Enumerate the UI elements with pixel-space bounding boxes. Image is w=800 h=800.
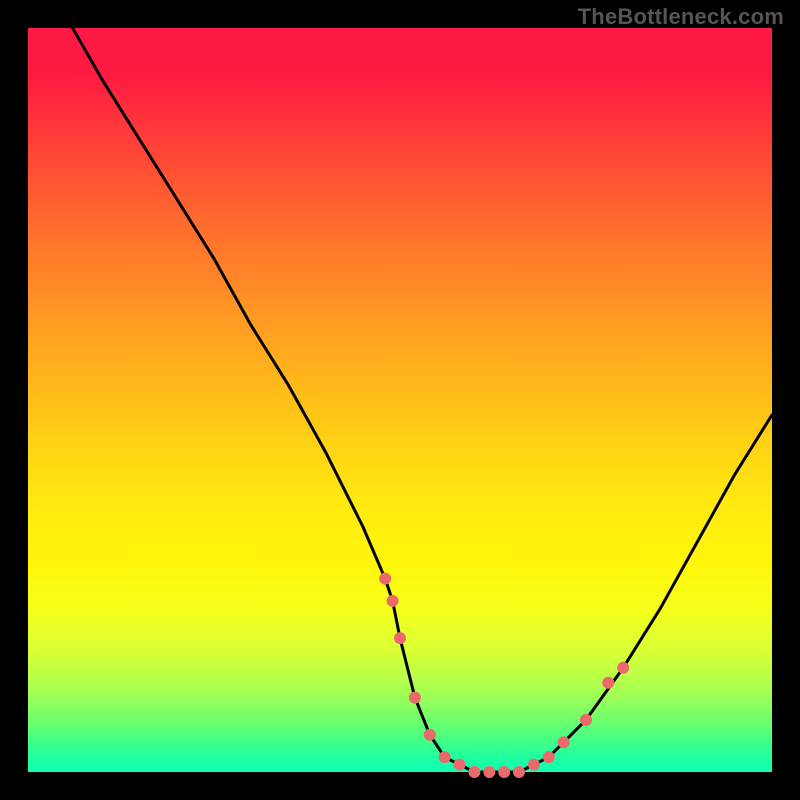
chart-markers [379, 573, 629, 778]
chart-marker [498, 766, 510, 778]
chart-marker [543, 751, 555, 763]
chart-marker [513, 766, 525, 778]
chart-marker [379, 573, 391, 585]
chart-marker [580, 714, 592, 726]
chart-marker [409, 692, 421, 704]
chart-plot-area [28, 28, 772, 772]
chart-marker [602, 677, 614, 689]
chart-stage: TheBottleneck.com [0, 0, 800, 800]
chart-marker [439, 751, 451, 763]
chart-marker [424, 729, 436, 741]
watermark-text: TheBottleneck.com [578, 4, 784, 30]
chart-marker [394, 632, 406, 644]
chart-marker [483, 766, 495, 778]
chart-marker [387, 595, 399, 607]
chart-marker [528, 759, 540, 771]
chart-marker [617, 662, 629, 674]
chart-line [73, 28, 772, 772]
chart-marker [558, 736, 570, 748]
chart-marker [454, 759, 466, 771]
chart-svg [28, 28, 772, 772]
chart-marker [468, 766, 480, 778]
